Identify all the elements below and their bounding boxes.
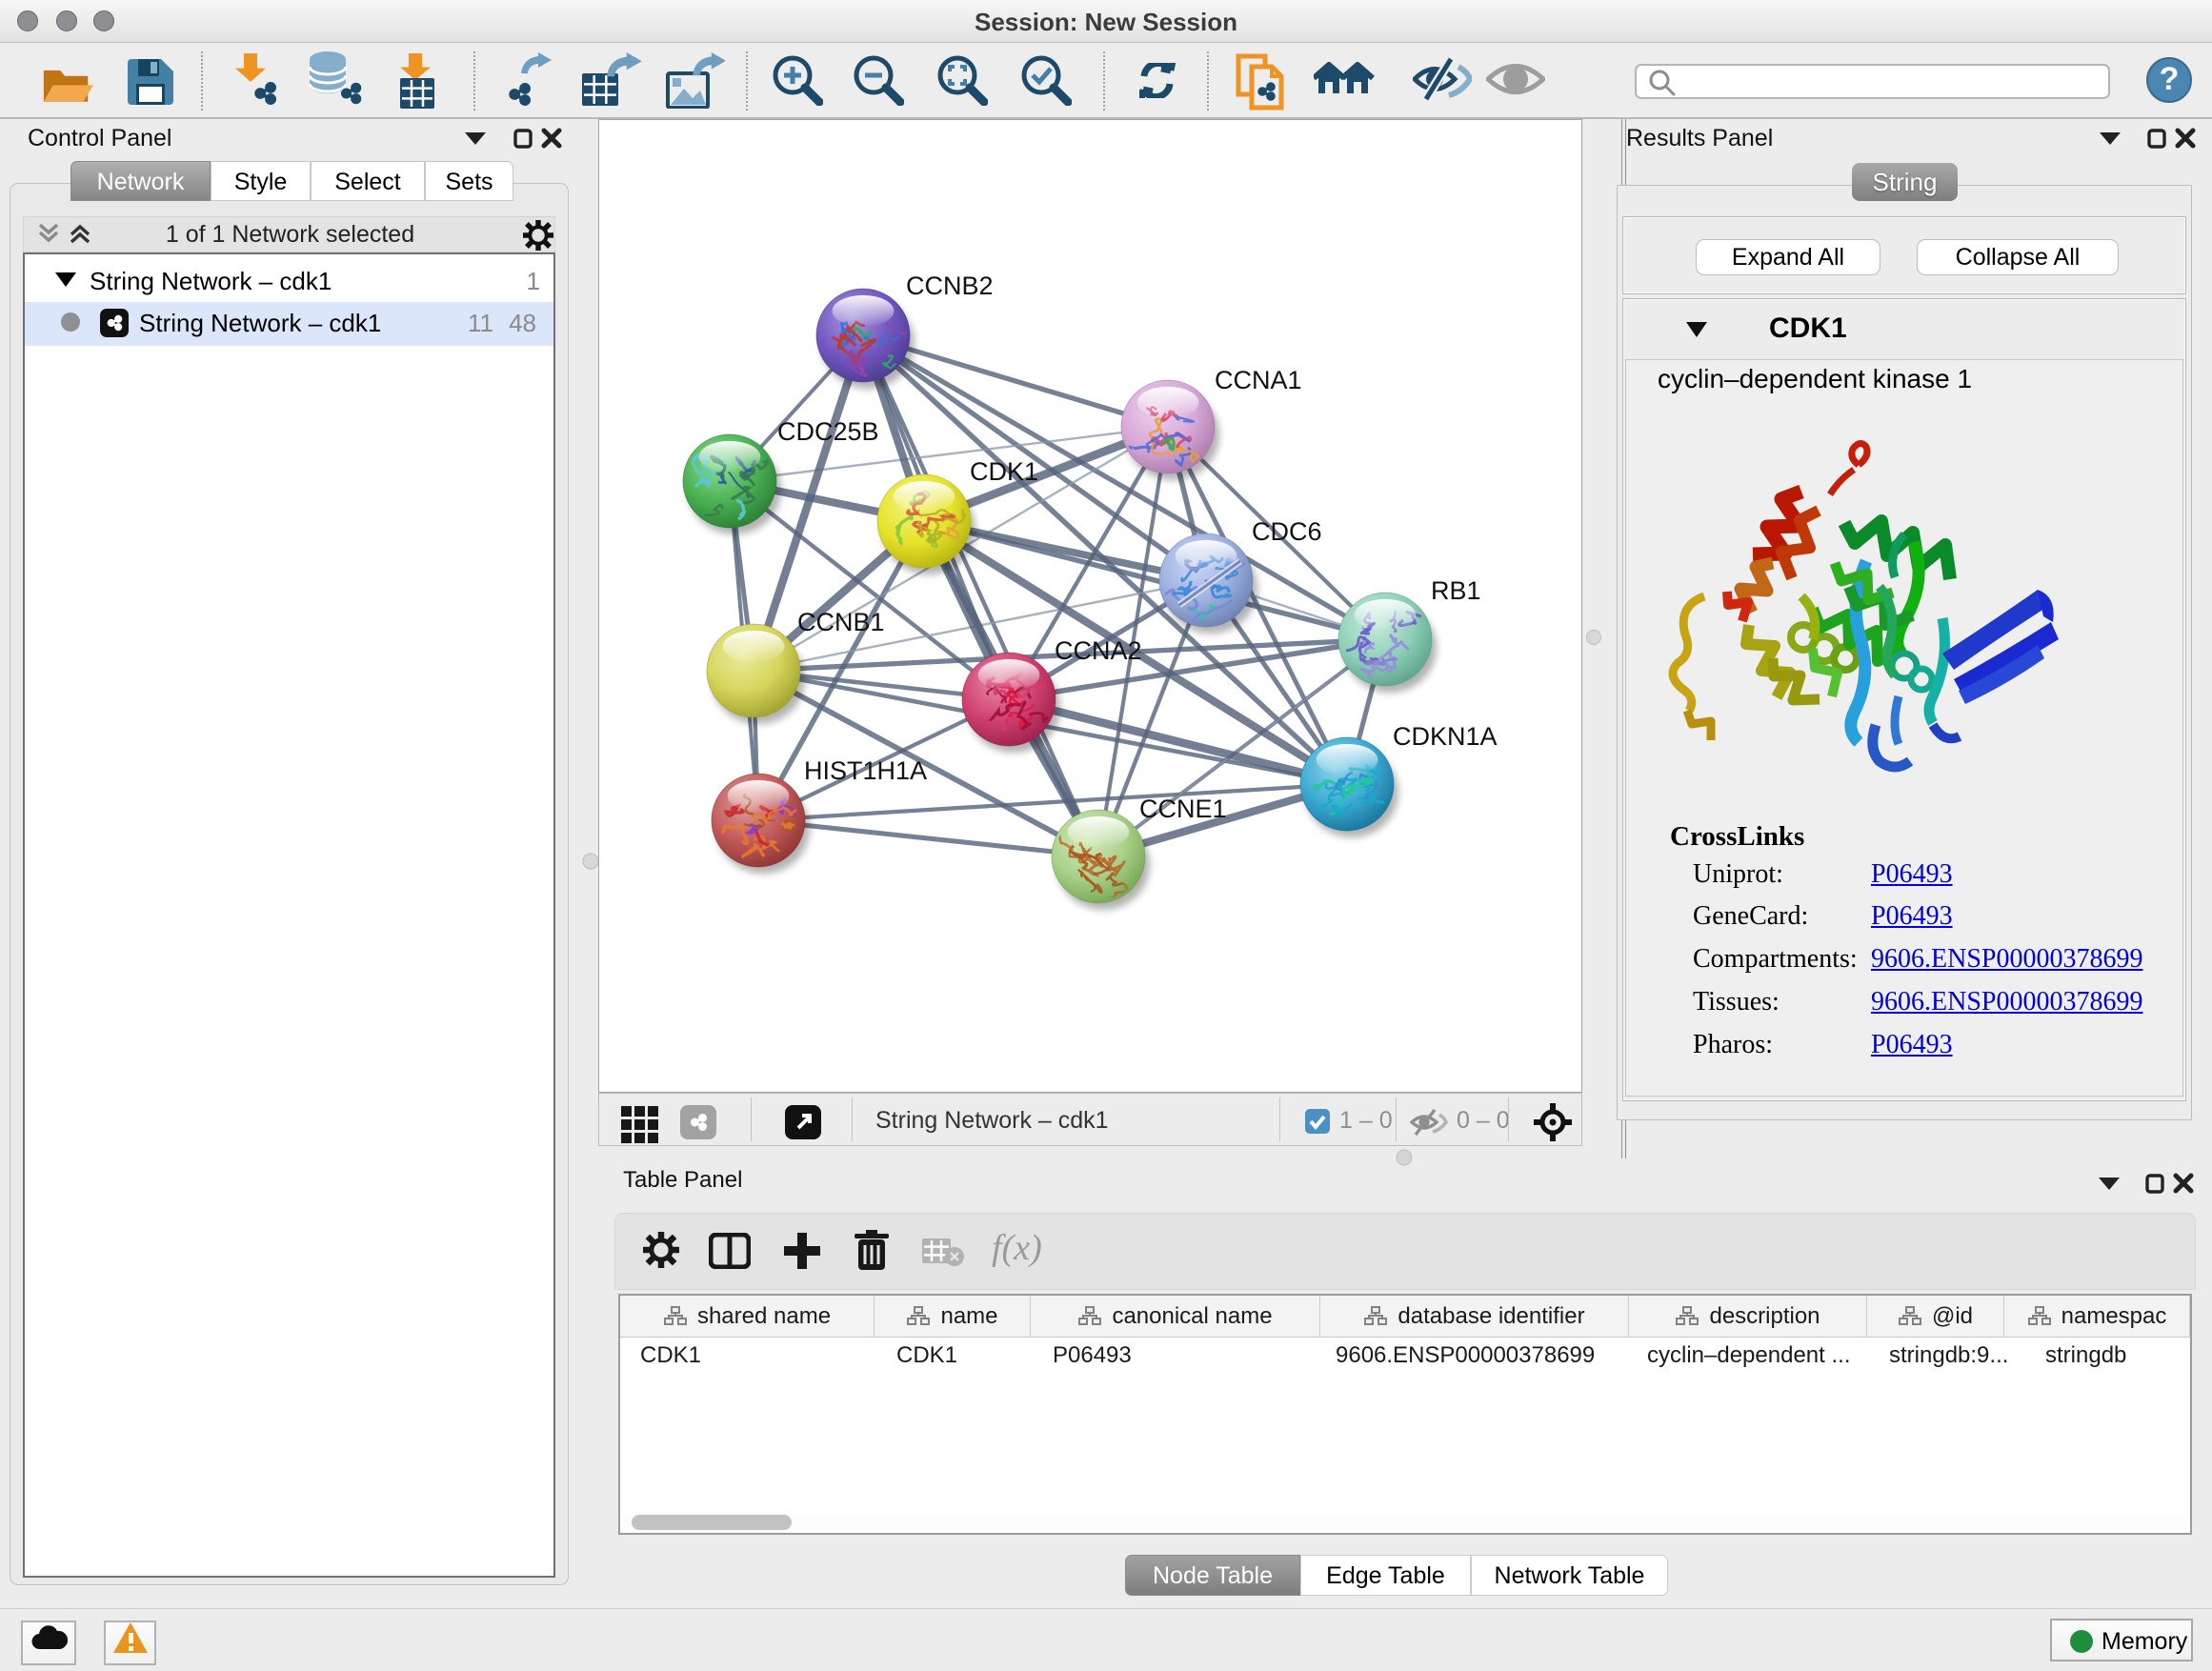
svg-text:RB1: RB1 (1431, 576, 1481, 605)
svg-text:CCNA1: CCNA1 (1215, 366, 1302, 394)
svg-text:CCNB2: CCNB2 (906, 272, 994, 300)
svg-text:CCNE1: CCNE1 (1139, 795, 1227, 823)
svg-text:CDC25B: CDC25B (777, 417, 879, 446)
svg-text:?: ? (2160, 61, 2180, 97)
svg-text:CCNA2: CCNA2 (1055, 636, 1142, 665)
svg-text:HIST1H1A: HIST1H1A (804, 756, 927, 785)
svg-text:CCNB1: CCNB1 (797, 608, 885, 636)
svg-text:CDKN1A: CDKN1A (1393, 722, 1498, 751)
svg-text:CDK1: CDK1 (970, 457, 1038, 486)
svg-text:CDC6: CDC6 (1252, 517, 1322, 546)
